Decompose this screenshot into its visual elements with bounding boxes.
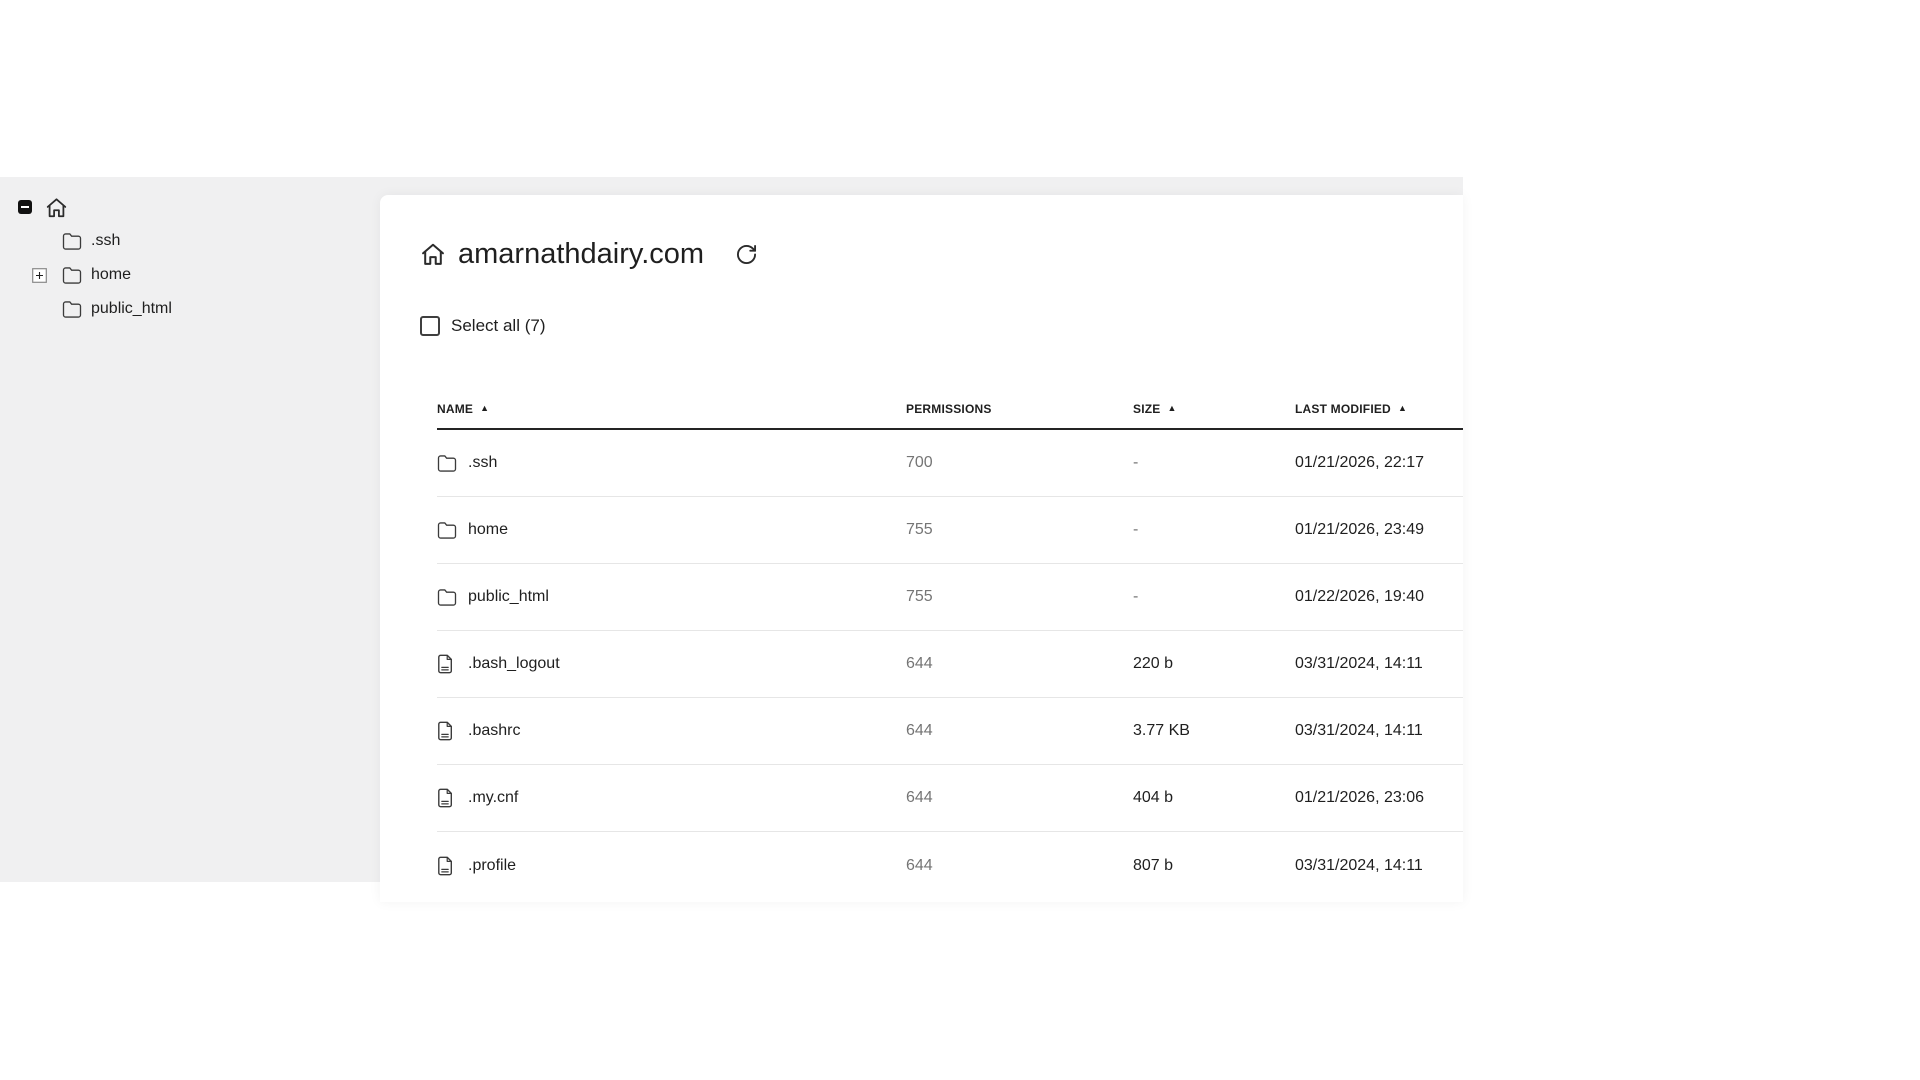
sort-asc-icon: ▲ [1398, 403, 1407, 413]
file-modified: 03/31/2024, 14:11 [1295, 722, 1463, 740]
column-header-permissions[interactable]: PERMISSIONS [906, 402, 1133, 416]
tree-item-home[interactable]: home [0, 258, 380, 292]
folder-icon [62, 233, 82, 250]
file-name: .my.cnf [468, 789, 518, 807]
file-modified: 01/21/2026, 23:49 [1295, 521, 1463, 539]
column-header-size[interactable]: SIZE ▲ [1133, 402, 1295, 416]
file-name-cell: public_html [437, 587, 906, 607]
sort-asc-icon: ▲ [1167, 403, 1176, 413]
file-size: - [1133, 588, 1295, 606]
select-all-label: Select all (7) [451, 316, 545, 336]
page-title: amarnathdairy.com [458, 238, 704, 271]
file-size: 807 b [1133, 857, 1295, 875]
file-permissions: 644 [906, 857, 1133, 875]
file-modified: 01/21/2026, 22:17 [1295, 454, 1463, 472]
file-name-cell: .bashrc [437, 721, 906, 741]
file-tree-items: .ssh home public_html [0, 224, 380, 326]
table-row[interactable]: .my.cnf 644 404 b 01/21/2026, 23:06 [437, 765, 1463, 832]
file-permissions: 644 [906, 722, 1133, 740]
file-modified: 01/21/2026, 23:06 [1295, 789, 1463, 807]
table-row[interactable]: .profile 644 807 b 03/31/2024, 14:11 [437, 832, 1463, 899]
home-icon [45, 196, 68, 219]
file-permissions: 700 [906, 454, 1133, 472]
file-permissions: 644 [906, 655, 1133, 673]
folder-icon [62, 301, 82, 318]
folder-icon [437, 453, 457, 473]
file-name-cell: .ssh [437, 453, 906, 473]
file-permissions: 644 [906, 789, 1133, 807]
file-tree: .ssh home public_html [0, 190, 380, 326]
file-modified: 03/31/2024, 14:11 [1295, 857, 1463, 875]
tree-item-label: .ssh [91, 233, 120, 249]
file-name: .bash_logout [468, 655, 560, 673]
files-table: NAME ▲ PERMISSIONS SIZE ▲ LAST MODIFIED … [437, 390, 1463, 899]
tree-root-home[interactable] [0, 190, 380, 224]
breadcrumb: amarnathdairy.com [420, 232, 758, 276]
tree-item-label: home [91, 267, 131, 283]
file-manager-panel: amarnathdairy.com Select all (7) NAME ▲ … [380, 195, 1463, 902]
file-name: .ssh [468, 454, 497, 472]
file-name-cell: .profile [437, 856, 906, 876]
file-modified: 01/22/2026, 19:40 [1295, 588, 1463, 606]
refresh-icon[interactable] [735, 243, 758, 266]
file-icon [437, 788, 457, 808]
tree-item-public_html[interactable]: public_html [0, 292, 380, 326]
file-permissions: 755 [906, 588, 1133, 606]
file-size: 404 b [1133, 789, 1295, 807]
file-icon [437, 856, 457, 876]
file-size: 220 b [1133, 655, 1295, 673]
select-all-row[interactable]: Select all (7) [420, 315, 545, 337]
file-icon [437, 654, 457, 674]
expand-toggle-icon[interactable] [32, 268, 47, 283]
table-row[interactable]: .bash_logout 644 220 b 03/31/2024, 14:11 [437, 631, 1463, 698]
file-icon [437, 721, 457, 741]
column-header-name[interactable]: NAME ▲ [437, 402, 906, 416]
tree-item-ssh[interactable]: .ssh [0, 224, 380, 258]
file-permissions: 755 [906, 521, 1133, 539]
file-name-cell: home [437, 520, 906, 540]
file-name: .profile [468, 857, 516, 875]
file-name: home [468, 521, 508, 539]
tree-item-label: public_html [91, 301, 172, 317]
file-modified: 03/31/2024, 14:11 [1295, 655, 1463, 673]
sort-asc-icon: ▲ [480, 403, 489, 413]
table-row[interactable]: home 755 - 01/21/2026, 23:49 [437, 497, 1463, 564]
folder-icon [437, 587, 457, 607]
table-header-row: NAME ▲ PERMISSIONS SIZE ▲ LAST MODIFIED … [437, 390, 1463, 430]
collapse-toggle-icon[interactable] [18, 200, 32, 214]
file-size: - [1133, 454, 1295, 472]
file-name: .bashrc [468, 722, 520, 740]
folder-icon [437, 520, 457, 540]
table-row[interactable]: public_html 755 - 01/22/2026, 19:40 [437, 564, 1463, 631]
folder-icon [62, 267, 82, 284]
file-size: - [1133, 521, 1295, 539]
file-size: 3.77 KB [1133, 722, 1295, 740]
home-icon[interactable] [420, 241, 446, 267]
file-name-cell: .my.cnf [437, 788, 906, 808]
file-name: public_html [468, 588, 549, 606]
table-row[interactable]: .ssh 700 - 01/21/2026, 22:17 [437, 430, 1463, 497]
select-all-checkbox[interactable] [420, 316, 440, 336]
column-header-last-modified[interactable]: LAST MODIFIED ▲ [1295, 402, 1463, 416]
table-row[interactable]: .bashrc 644 3.77 KB 03/31/2024, 14:11 [437, 698, 1463, 765]
table-body: .ssh 700 - 01/21/2026, 22:17 home 755 - … [437, 430, 1463, 899]
file-name-cell: .bash_logout [437, 654, 906, 674]
